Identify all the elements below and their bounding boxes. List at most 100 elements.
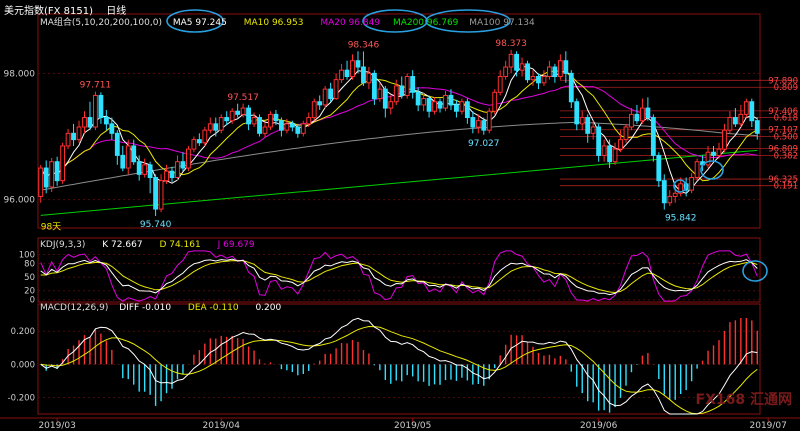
ma-legend-5: MA100 97.134 <box>469 18 535 28</box>
candle-body <box>361 66 366 84</box>
macd-tick-label: 0.000 <box>11 360 35 370</box>
time-tick-label: 2019/03 <box>38 421 75 431</box>
price-annotation: 95.842 <box>665 214 697 224</box>
candle-body <box>508 53 514 68</box>
candle-body <box>49 161 55 188</box>
candle-body <box>552 66 558 77</box>
candle-body <box>246 107 251 125</box>
candle-body <box>475 120 481 128</box>
candle-body <box>514 53 520 71</box>
candle-body <box>421 98 427 106</box>
kdj-tick-label: 50 <box>24 273 35 283</box>
candle-body <box>371 72 377 100</box>
candle-body <box>175 161 180 178</box>
kdj-tick-label: 80 <box>24 260 35 270</box>
candle-body <box>738 113 744 125</box>
candle-body <box>497 76 503 93</box>
fib-level-label: 0.500 <box>774 132 798 142</box>
candle-body <box>120 154 126 169</box>
candle-body <box>404 76 410 96</box>
candle-body <box>547 66 552 77</box>
candle-body <box>224 117 230 122</box>
candle-body <box>366 72 372 84</box>
candle-body <box>656 154 662 182</box>
candle-body <box>109 123 115 134</box>
candle-body <box>727 117 733 131</box>
candle-body <box>470 117 476 128</box>
ma-legend-0: MA组合(5,10,20,200,100,0) <box>40 18 162 28</box>
candle-body <box>415 91 421 106</box>
candle-body <box>711 151 716 156</box>
price-tick-label: 98.000 <box>4 69 36 79</box>
price-annotation: 97.027 <box>468 139 500 149</box>
candle-body <box>278 120 284 131</box>
candle-body <box>454 104 459 112</box>
candle-body <box>240 107 246 115</box>
candle-body <box>732 117 738 125</box>
kdj-tick-label: 0 <box>30 296 35 306</box>
candle-body <box>426 98 432 112</box>
candle-body <box>661 180 667 204</box>
candle-body <box>639 107 645 122</box>
candle-body <box>38 167 44 197</box>
candle-body <box>311 101 317 119</box>
candle-body <box>93 94 98 128</box>
macd-legend-0: MACD(12,26,9) <box>40 303 109 313</box>
fib-level-label: 0.618 <box>774 114 798 124</box>
candle-body <box>399 85 405 96</box>
candle-body <box>672 192 678 197</box>
candle-body <box>289 123 295 128</box>
candle-body <box>716 148 722 156</box>
candle-body <box>114 132 120 156</box>
ma-legend-1: MA5 97.245 <box>172 18 227 28</box>
candle-body <box>103 117 109 125</box>
candle-body <box>284 123 290 131</box>
candle-body <box>186 148 191 169</box>
candle-body <box>503 66 509 77</box>
candle-body <box>207 123 213 131</box>
kdj-legend-0: KDJ(9,3,3) <box>40 240 86 250</box>
price-annotation: 98天 <box>41 223 61 233</box>
candle-body <box>388 101 394 109</box>
candle-body <box>147 164 153 178</box>
candle-body <box>754 120 760 134</box>
candle-body <box>131 145 137 163</box>
candle-body <box>54 161 60 182</box>
kdj-legend-1: K 72.667 <box>102 240 143 250</box>
candle-body <box>300 123 306 134</box>
candle-body <box>136 161 142 175</box>
candle-body <box>650 117 656 156</box>
candle-body <box>164 170 169 182</box>
candle-body <box>486 110 492 131</box>
candle-body <box>410 76 416 93</box>
kdj-legend-3: J 69.679 <box>217 240 255 250</box>
time-tick-label: 2019/07 <box>750 421 787 431</box>
fib-level-label: 0.191 <box>774 182 798 192</box>
candle-body <box>645 107 651 119</box>
candle-body <box>722 129 727 150</box>
price-annotation: 98.346 <box>348 41 380 51</box>
ma-legend-4: MA200 96.769 <box>392 18 459 28</box>
candle-body <box>235 110 241 115</box>
candle-body <box>464 101 470 119</box>
candle-body <box>60 145 66 182</box>
candle-body <box>125 145 131 169</box>
price-annotation: 95.740 <box>140 220 172 230</box>
candle-body <box>536 76 541 84</box>
candle-body <box>607 145 612 163</box>
candle-body <box>65 132 71 147</box>
candle-body <box>382 88 388 109</box>
candle-body <box>749 101 755 122</box>
candle-body <box>459 101 465 112</box>
stock-chart[interactable]: 98.00096.00097.8900.80997.4060.61897.107… <box>0 0 800 431</box>
candle-body <box>268 113 273 128</box>
candle-body <box>169 170 175 178</box>
time-tick-label: 2019/06 <box>580 421 618 431</box>
candle-body <box>596 126 602 156</box>
candle-body <box>295 126 301 134</box>
candle-body <box>437 101 443 109</box>
candle-body <box>492 91 498 112</box>
candle-body <box>98 94 104 119</box>
candle-body <box>612 148 618 163</box>
fib-level-label: 0.382 <box>774 151 798 161</box>
